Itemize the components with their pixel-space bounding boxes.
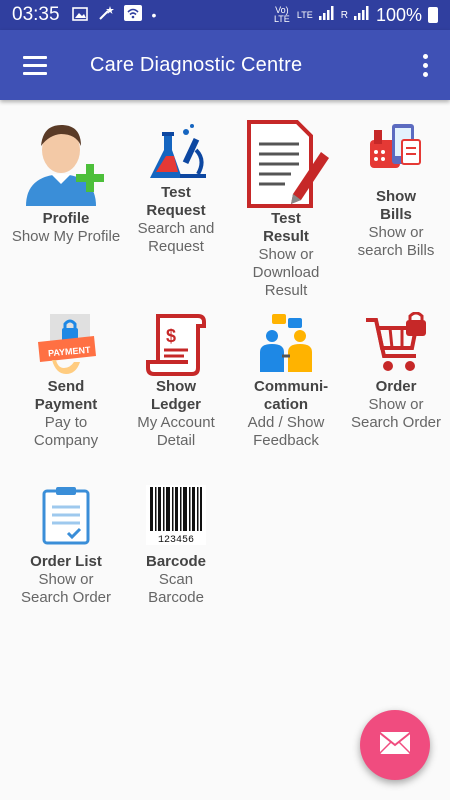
tile-barcode[interactable]: 123456 Barcode Scan Barcode <box>121 483 231 607</box>
payment-icon: PAYMENT <box>21 308 111 376</box>
tile-communication[interactable]: Communi-cation Add / Show Feedback <box>231 308 341 450</box>
order-cart-icon <box>351 308 441 376</box>
tile-send-payment-title: Send Payment <box>34 378 98 413</box>
battery-percent: 100% <box>375 4 422 25</box>
wifi-icon <box>123 4 142 26</box>
tile-test-request-sub: Search and Request <box>137 220 215 255</box>
svg-text:$: $ <box>166 326 176 346</box>
battery-icon <box>428 7 438 23</box>
ledger-icon: $ <box>131 308 221 376</box>
tile-order-title: Order <box>375 378 417 395</box>
barcode-number: 123456 <box>158 535 194 545</box>
app-title: Care Diagnostic Centre <box>90 53 303 76</box>
tile-communication-sub: Add / Show Feedback <box>247 414 325 449</box>
tile-show-bills[interactable]: Show Bills Show or search Bills <box>341 118 450 260</box>
tile-test-result-title: Test Result <box>263 210 309 245</box>
menu-icon[interactable] <box>0 30 70 100</box>
tile-test-result-sub: Show or Download Result <box>252 246 320 299</box>
tile-barcode-sub: Scan Barcode <box>148 571 204 606</box>
signal-icon-2 <box>353 5 370 25</box>
tile-order-list-title: Order List <box>30 553 102 570</box>
tile-show-ledger-sub: My Account Detail <box>137 414 215 449</box>
tile-show-ledger[interactable]: $ Show Ledger My Account Detail <box>121 308 231 450</box>
mail-icon <box>379 731 411 760</box>
tile-order-list[interactable]: Order List Show or Search Order <box>11 483 121 607</box>
profile-icon <box>21 118 111 208</box>
tile-show-bills-sub: Show or search Bills <box>357 224 435 259</box>
tile-send-payment-sub: Pay to Company <box>33 414 99 449</box>
tile-profile-title: Profile <box>42 210 90 227</box>
magic-wand-icon <box>98 5 114 26</box>
dot-icon: • <box>151 7 157 23</box>
roaming-label: R <box>340 9 348 21</box>
bills-icon <box>351 118 441 180</box>
communication-icon <box>241 308 331 376</box>
tile-profile-sub: Show My Profile <box>11 228 121 245</box>
tile-show-ledger-title: Show Ledger <box>151 378 202 413</box>
status-time: 03:35 <box>12 4 60 25</box>
test-request-icon <box>131 118 221 182</box>
barcode-icon: 123456 <box>131 483 221 545</box>
volte-label: Vo) LTE <box>273 5 290 24</box>
status-bar: 03:35 • Vo) LTE LTE R 100% <box>0 0 450 30</box>
tile-profile[interactable]: Profile Show My Profile <box>11 118 121 246</box>
tile-test-request-title: Test Request <box>146 184 206 219</box>
app-bar: Care Diagnostic Centre <box>0 30 450 100</box>
tile-test-result[interactable]: Test Result Show or Download Result <box>231 118 341 300</box>
tile-order[interactable]: Order Show or Search Order <box>341 308 450 432</box>
tile-test-request[interactable]: Test Request Search and Request <box>121 118 231 256</box>
signal-icon <box>318 5 335 25</box>
tile-send-payment[interactable]: PAYMENT Send Payment Pay to Company <box>11 308 121 450</box>
gallery-icon <box>71 5 88 26</box>
order-list-icon <box>21 483 111 545</box>
tile-communication-title: Communi-cation <box>254 378 329 413</box>
tile-barcode-title: Barcode <box>145 553 207 570</box>
lte-label: LTE <box>296 9 313 20</box>
tile-show-bills-title: Show Bills <box>376 188 416 223</box>
more-options-icon[interactable] <box>400 30 450 100</box>
tile-order-list-sub: Show or Search Order <box>20 571 112 606</box>
mail-fab-button[interactable] <box>360 710 430 780</box>
test-result-icon <box>241 118 331 208</box>
tile-order-sub: Show or Search Order <box>350 396 442 431</box>
